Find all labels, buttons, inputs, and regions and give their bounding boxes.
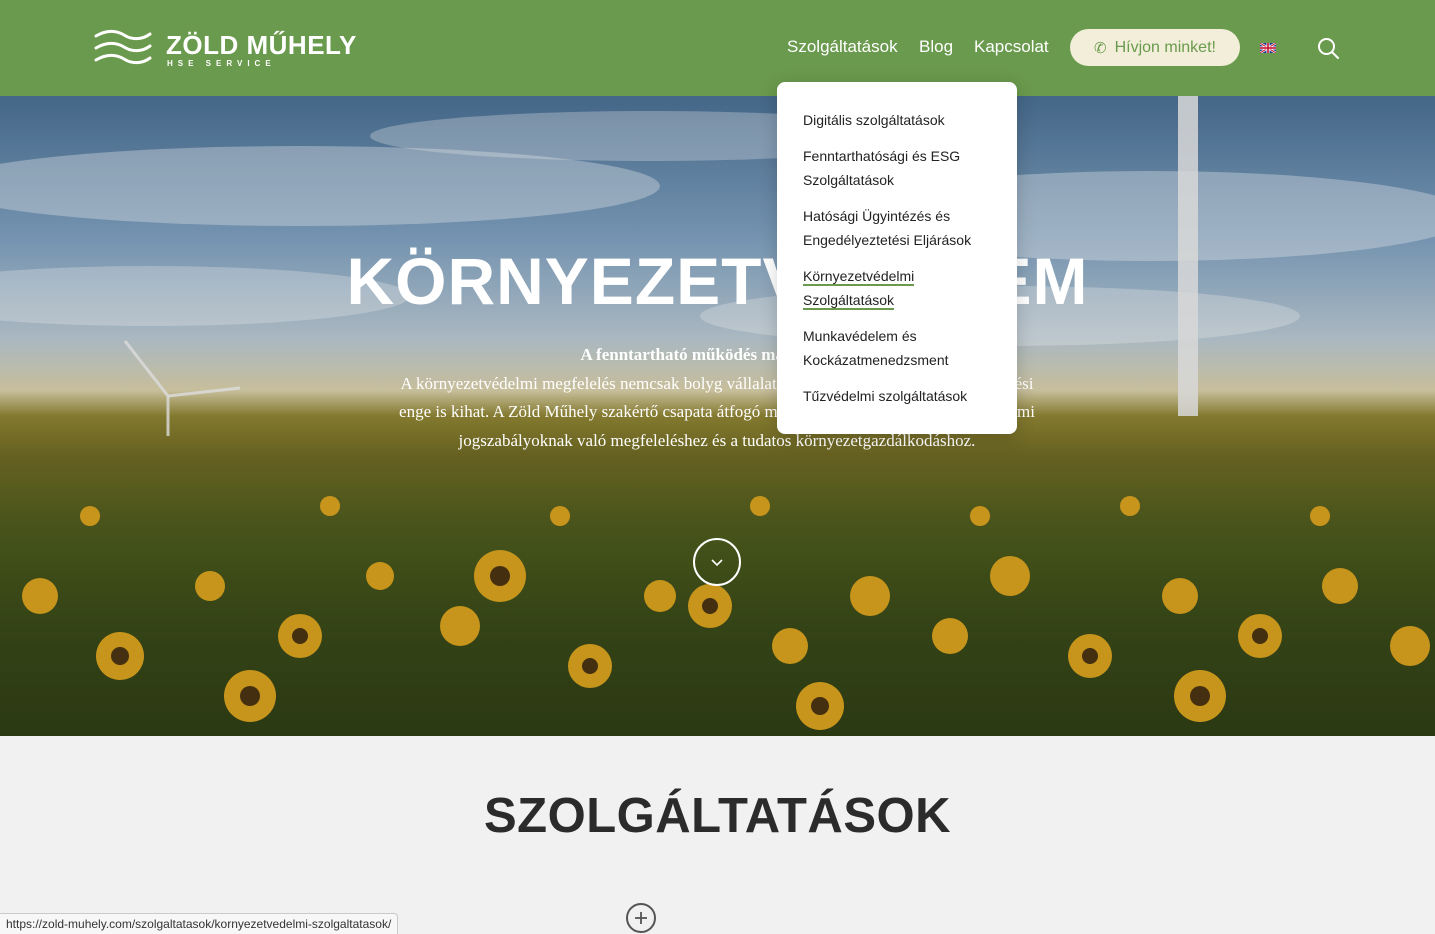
dropdown-item-digital[interactable]: Digitális szolgáltatások [803,108,991,132]
dropdown-item-esg[interactable]: Fenntarthatósági és ESG Szolgáltatások [803,144,991,192]
link-status-bar: https://zold-muhely.com/szolgaltatasok/k… [0,913,399,934]
dropdown-item-fire[interactable]: Tűzvédelmi szolgáltatások [803,384,991,408]
logo-tagline: HSE SERVICE [167,59,276,68]
dropdown-item-authority[interactable]: Hatósági Ügyintézés és Engedélyeztetési … [803,204,991,252]
phone-icon: ✆ [1094,39,1107,57]
section-title: SZOLGÁLTATÁSOK [484,789,951,843]
hero-title: KÖRNYEZETVÉDELEM [346,244,1089,318]
site-logo[interactable]: ZÖLD MŰHELY HSE SERVICE [94,26,356,70]
hero-banner: KÖRNYEZETVÉDELEM A fenntartható működés … [0,96,1435,736]
dropdown-item-environmental[interactable]: Környezetvédelmi Szolgáltatások [803,264,991,312]
services-dropdown: Digitális szolgáltatások Fenntarthatóság… [777,82,1017,434]
expand-plus-icon[interactable] [626,903,656,933]
scroll-down-button[interactable] [693,538,741,586]
call-us-button[interactable]: ✆ Hívjon minket! [1070,29,1240,66]
site-header: ZÖLD MŰHELY HSE SERVICE Szolgáltatások B… [0,0,1435,96]
nav-contact[interactable]: Kapcsolat [974,37,1049,57]
call-us-label: Hívjon minket! [1114,38,1216,56]
nav-services[interactable]: Szolgáltatások [787,37,898,57]
nav-blog[interactable]: Blog [919,37,953,57]
waves-logo-icon [94,29,152,65]
chevron-down-icon [711,559,723,567]
dropdown-item-safety[interactable]: Munkavédelem és Kockázatmenedzsment [803,324,991,372]
logo-name: ZÖLD MŰHELY [166,30,357,60]
uk-flag-icon[interactable] [1260,43,1276,53]
search-icon[interactable] [1317,37,1339,59]
plus-icon [635,912,647,924]
